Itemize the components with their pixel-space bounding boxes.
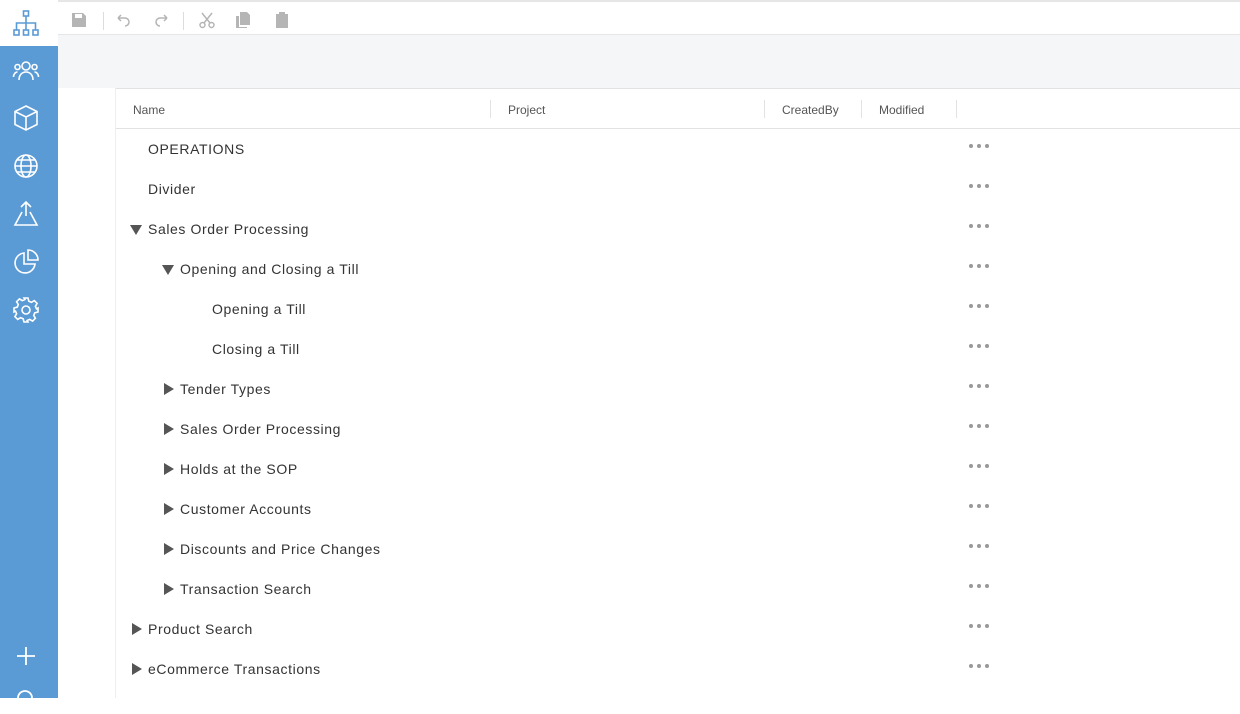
undo-icon[interactable] [112, 10, 134, 30]
more-options-icon[interactable] [969, 419, 989, 433]
row-label: Transaction Search [180, 581, 312, 597]
people-icon[interactable] [11, 55, 41, 85]
row-label: Sales Order Processing [148, 221, 310, 237]
more-options-icon[interactable] [969, 259, 989, 273]
column-resize-handle[interactable] [956, 100, 957, 118]
grid-header: Name Project CreatedBy Modified [116, 88, 1240, 129]
more-options-icon[interactable] [969, 499, 989, 513]
row-label: Opening a Till [212, 301, 307, 317]
box-icon[interactable] [11, 103, 41, 133]
row-label: eCommerce Transactions [148, 661, 321, 677]
collapsed-caret-icon[interactable] [130, 623, 142, 636]
tree-row[interactable]: OPERATIONS [116, 129, 1240, 169]
collapsed-caret-icon[interactable] [162, 583, 174, 596]
more-options-icon[interactable] [969, 579, 989, 593]
column-header-modified[interactable]: Modified [879, 103, 924, 117]
collapsed-caret-icon[interactable] [130, 663, 142, 676]
more-options-icon[interactable] [969, 619, 989, 633]
expanded-caret-icon[interactable] [130, 224, 142, 236]
left-nav-rail [0, 0, 58, 710]
toolbar-divider [183, 12, 184, 30]
tree-row[interactable]: Opening and Closing a Till [116, 249, 1240, 289]
toolbar-divider [103, 12, 104, 30]
more-options-icon[interactable] [969, 219, 989, 233]
add-icon[interactable] [11, 641, 41, 671]
collapsed-caret-icon[interactable] [162, 423, 174, 436]
tree-row[interactable]: eCommerce Transactions [116, 649, 1240, 689]
more-options-icon[interactable] [969, 659, 989, 673]
gear-icon[interactable] [11, 295, 41, 325]
collapsed-caret-icon[interactable] [162, 383, 174, 396]
row-label: Sales Order Processing [180, 421, 342, 437]
globe-icon[interactable] [11, 151, 41, 181]
column-resize-handle[interactable] [490, 100, 491, 118]
tree-row[interactable]: Discounts and Price Changes [116, 529, 1240, 569]
tree-row[interactable]: Sales Order Processing [116, 209, 1240, 249]
column-resize-handle[interactable] [764, 100, 765, 118]
row-label: Opening and Closing a Till [180, 261, 360, 277]
row-label: Tender Types [180, 381, 271, 397]
more-options-icon[interactable] [969, 139, 989, 153]
secondary-bar [58, 35, 1240, 88]
row-label: Discounts and Price Changes [180, 541, 381, 557]
column-header-project[interactable]: Project [508, 103, 545, 117]
collapsed-caret-icon[interactable] [162, 543, 174, 556]
tree-row[interactable]: Divider [116, 169, 1240, 209]
collapsed-caret-icon[interactable] [162, 503, 174, 516]
row-label: Customer Accounts [180, 501, 312, 517]
more-options-icon[interactable] [969, 379, 989, 393]
row-label: Divider [148, 181, 196, 197]
expanded-caret-icon[interactable] [162, 264, 174, 276]
paste-icon[interactable] [271, 10, 293, 30]
tree-grid: Name Project CreatedBy Modified OPERATIO… [115, 88, 1240, 698]
more-options-icon[interactable] [969, 459, 989, 473]
search-icon[interactable] [11, 684, 41, 714]
more-options-icon[interactable] [969, 539, 989, 553]
row-label: Closing a Till [212, 341, 300, 357]
tree-row[interactable]: Opening a Till [116, 289, 1240, 329]
column-header-createdby[interactable]: CreatedBy [782, 103, 839, 117]
tree-row[interactable]: Transaction Search [116, 569, 1240, 609]
row-label: Product Search [148, 621, 253, 637]
toolbar [58, 0, 1240, 35]
tree-row[interactable]: Customer Accounts [116, 489, 1240, 529]
column-header-name[interactable]: Name [133, 103, 165, 117]
cut-icon[interactable] [196, 10, 218, 30]
more-options-icon[interactable] [969, 339, 989, 353]
tree-row[interactable]: Product Search [116, 609, 1240, 649]
tree-row[interactable]: Tender Types [116, 369, 1240, 409]
publish-icon[interactable] [11, 199, 41, 229]
hierarchy-icon[interactable] [11, 8, 41, 38]
pie-chart-icon[interactable] [11, 247, 41, 277]
copy-icon[interactable] [232, 10, 254, 30]
collapsed-caret-icon[interactable] [162, 463, 174, 476]
more-options-icon[interactable] [969, 179, 989, 193]
more-options-icon[interactable] [969, 299, 989, 313]
tree-row[interactable]: Sales Order Processing [116, 409, 1240, 449]
column-resize-handle[interactable] [861, 100, 862, 118]
tree-row[interactable]: Holds at the SOP [116, 449, 1240, 489]
row-label: Holds at the SOP [180, 461, 298, 477]
redo-icon[interactable] [151, 10, 173, 30]
tree-row[interactable]: Closing a Till [116, 329, 1240, 369]
save-icon[interactable] [68, 10, 90, 30]
row-label: OPERATIONS [148, 141, 245, 157]
